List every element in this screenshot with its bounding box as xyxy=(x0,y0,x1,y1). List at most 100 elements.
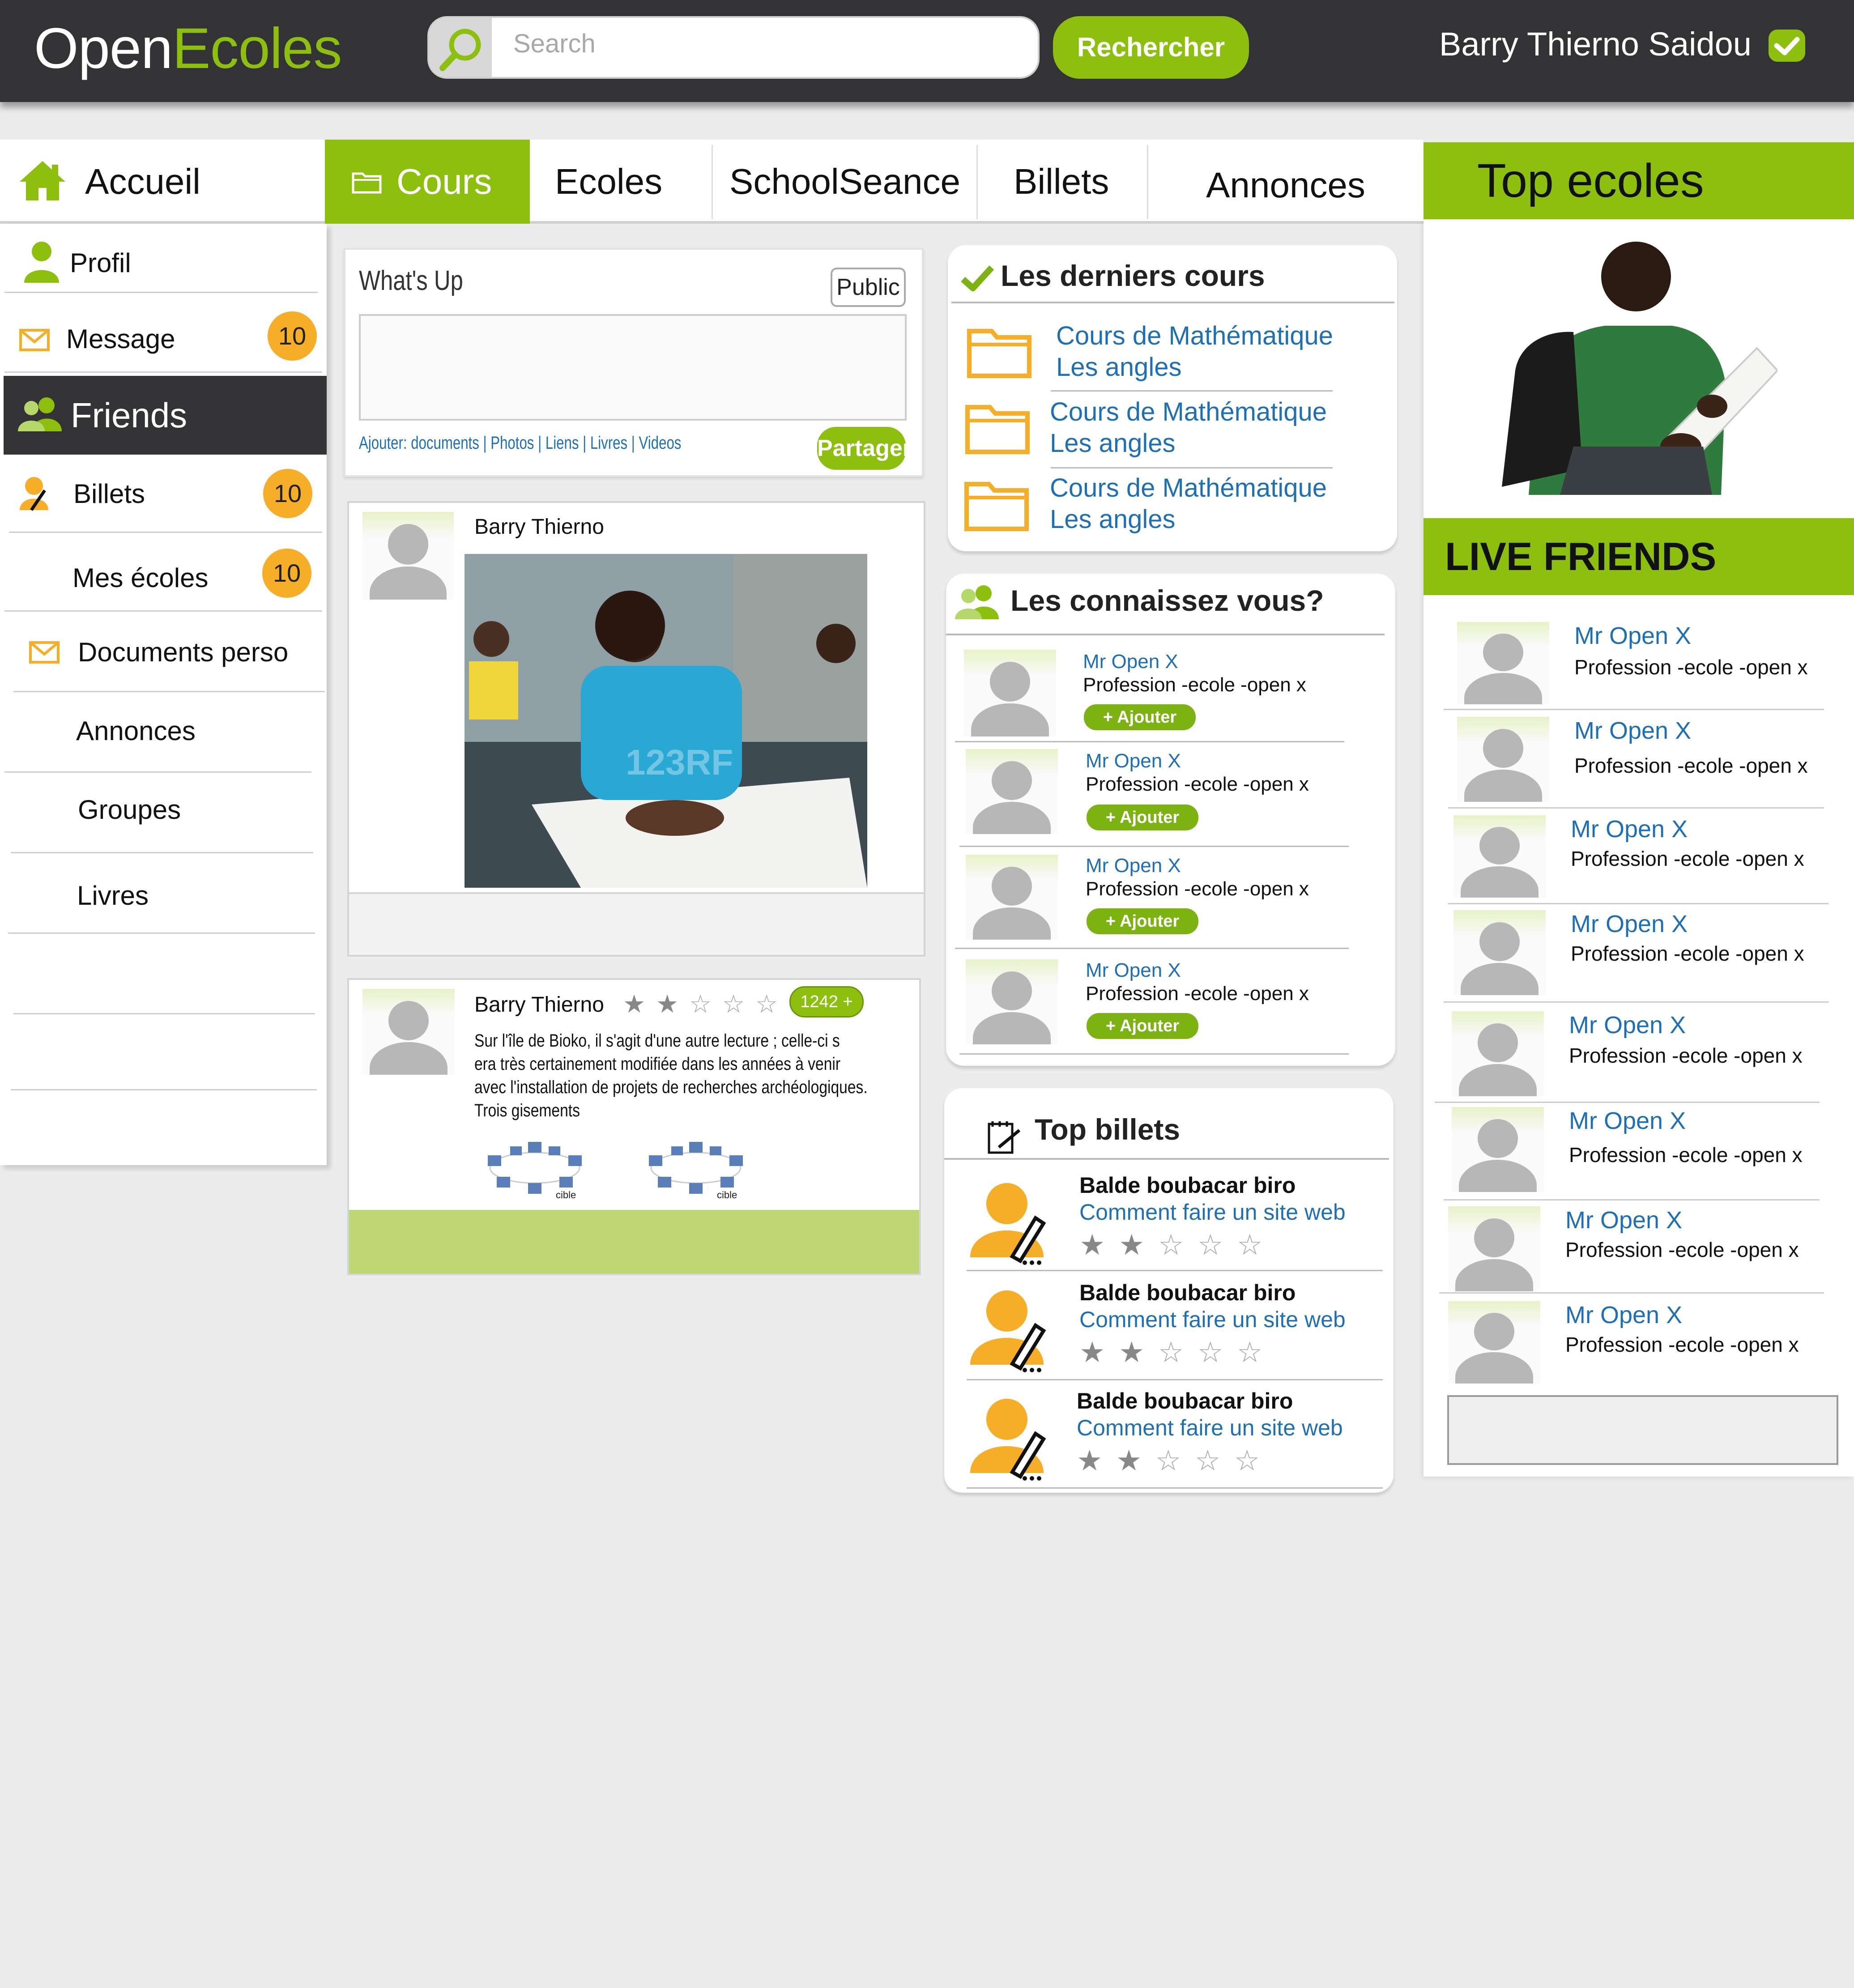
friend-item[interactable]: Mr Open X Profession -ecole -open x xyxy=(1452,1107,1837,1192)
person-name[interactable]: Mr Open X xyxy=(1086,959,1181,982)
sidebar-item-livres[interactable]: Livres xyxy=(0,856,327,935)
billet-title[interactable]: Comment faire un site web xyxy=(1077,1415,1343,1441)
avatar[interactable] xyxy=(966,959,1058,1044)
sidebar-item-profil[interactable]: Profil xyxy=(0,224,327,302)
friend-item[interactable]: Mr Open X Profession -ecole -open x xyxy=(1453,815,1838,900)
person-profession: Profession -ecole -open x xyxy=(1086,878,1309,900)
main-nav: Accueil Cours Ecoles SchoolSeance Billet… xyxy=(0,140,1424,224)
star-empty-icon: ☆ xyxy=(1195,1444,1221,1477)
friend-name[interactable]: Mr Open X xyxy=(1574,622,1691,650)
avatar[interactable] xyxy=(362,989,455,1075)
sidebar-item-friends[interactable]: Friends xyxy=(4,376,327,455)
attachment-thumbnail[interactable]: cible xyxy=(631,1137,761,1204)
search-input[interactable]: Search xyxy=(513,29,596,59)
billet-title[interactable]: Comment faire un site web xyxy=(1079,1199,1346,1225)
person-name[interactable]: Mr Open X xyxy=(1083,651,1178,673)
avatar[interactable] xyxy=(1452,1011,1544,1096)
tab-cours[interactable]: Cours xyxy=(325,140,530,224)
suggestion-item: Mr Open X Profession -ecole -open x + Aj… xyxy=(966,959,1368,1053)
status-input[interactable] xyxy=(359,314,907,421)
sidebar-item-groupes[interactable]: Groupes xyxy=(0,771,327,849)
avatar[interactable] xyxy=(1452,1107,1544,1192)
friend-item[interactable]: Mr Open X Profession -ecole -open x xyxy=(1448,1206,1833,1291)
friend-name[interactable]: Mr Open X xyxy=(1569,1107,1686,1135)
user-name[interactable]: Barry Thierno Saidou xyxy=(1439,25,1752,63)
add-friend-button[interactable]: + Ajouter xyxy=(1087,908,1198,934)
search-button[interactable]: Rechercher xyxy=(1053,16,1249,79)
list-divider xyxy=(1439,1292,1824,1294)
add-friend-button[interactable]: + Ajouter xyxy=(1087,1013,1198,1039)
sidebar-item-documents[interactable]: Documents perso xyxy=(0,613,327,692)
person-name[interactable]: Mr Open X xyxy=(1086,750,1181,772)
friend-item[interactable]: Mr Open X Profession -ecole -open x xyxy=(1457,717,1842,802)
top-ecole-photo[interactable] xyxy=(1470,236,1779,495)
tab-ecoles[interactable]: Ecoles xyxy=(555,140,662,224)
avatar[interactable] xyxy=(1448,1301,1540,1384)
friend-name[interactable]: Mr Open X xyxy=(1571,815,1688,843)
avatar[interactable] xyxy=(964,650,1056,736)
star-filled-icon: ★ xyxy=(1079,1336,1105,1368)
sidebar-item-billets[interactable]: Billets 10 xyxy=(0,455,327,533)
friend-item[interactable]: Mr Open X Profession -ecole -open x xyxy=(1453,910,1838,995)
attach-liens-link[interactable]: Liens xyxy=(546,433,579,453)
sidebar-item-annonces[interactable]: Annonces xyxy=(0,692,327,771)
post-author[interactable]: Barry Thierno xyxy=(474,992,604,1017)
attachment-thumbnail[interactable]: cible xyxy=(470,1137,600,1204)
card-divider xyxy=(967,1487,1383,1489)
tab-schoolseance[interactable]: SchoolSeance xyxy=(729,140,960,224)
folder-icon xyxy=(964,482,1029,531)
cours-item[interactable]: Cours de Mathématique Les angles xyxy=(967,320,1369,390)
attach-photos-link[interactable]: Photos xyxy=(490,433,534,453)
person-name[interactable]: Mr Open X xyxy=(1086,855,1181,877)
avatar[interactable] xyxy=(1453,910,1546,995)
folder-icon xyxy=(352,172,382,194)
avatar[interactable] xyxy=(1453,815,1546,898)
sidebar-divider xyxy=(9,532,322,533)
friend-name[interactable]: Mr Open X xyxy=(1569,1011,1686,1039)
friend-item[interactable]: Mr Open X Profession -ecole -open x xyxy=(1452,1011,1837,1096)
post-photo[interactable]: 123RF xyxy=(465,554,867,888)
tab-annonces[interactable]: Annonces xyxy=(1206,143,1365,227)
billet-title[interactable]: Comment faire un site web xyxy=(1079,1307,1346,1332)
count-badge[interactable]: 1242 + xyxy=(789,986,864,1017)
add-friend-button[interactable]: + Ajouter xyxy=(1084,704,1196,730)
billet-item[interactable]: Balde boubacar biro Comment faire un sit… xyxy=(967,1388,1378,1491)
friend-item[interactable]: Mr Open X Profession -ecole -open x xyxy=(1457,622,1842,707)
search-icon[interactable] xyxy=(429,18,492,77)
visibility-button[interactable]: Public xyxy=(831,268,906,307)
friend-name[interactable]: Mr Open X xyxy=(1565,1206,1682,1234)
billet-item[interactable]: Balde boubacar biro Comment faire un sit… xyxy=(967,1280,1378,1383)
avatar[interactable] xyxy=(966,855,1058,940)
friend-profession: Profession -ecole -open x xyxy=(1569,1143,1803,1166)
search-box[interactable]: Search xyxy=(427,16,1040,79)
list-divider xyxy=(1444,1001,1828,1003)
attach-documents-link[interactable]: documents xyxy=(411,433,479,453)
billet-item[interactable]: Balde boubacar biro Comment faire un sit… xyxy=(967,1172,1378,1275)
attach-videos-link[interactable]: Videos xyxy=(639,433,682,453)
avatar[interactable] xyxy=(362,512,454,600)
share-button[interactable]: Partager xyxy=(817,427,912,470)
attach-livres-link[interactable]: Livres xyxy=(590,433,627,453)
chat-input[interactable] xyxy=(1447,1395,1838,1465)
friend-name[interactable]: Mr Open X xyxy=(1565,1301,1682,1329)
cours-item[interactable]: Cours de Mathématique Les angles xyxy=(964,473,1369,542)
sidebar-item-mes-ecoles[interactable]: Mes écoles 10 xyxy=(0,539,327,617)
friend-name[interactable]: Mr Open X xyxy=(1571,910,1688,938)
avatar[interactable] xyxy=(1457,717,1549,802)
avatar[interactable] xyxy=(966,749,1058,834)
post-author[interactable]: Barry Thierno xyxy=(474,515,604,539)
logo[interactable]: OpenEcoles xyxy=(34,15,342,82)
add-friend-button[interactable]: + Ajouter xyxy=(1087,805,1198,830)
rating[interactable]: ★ ★ ☆ ☆ ☆ xyxy=(623,984,802,1020)
friend-profession: Profession -ecole -open x xyxy=(1565,1238,1799,1261)
sidebar-item-message[interactable]: Message 10 xyxy=(0,300,327,379)
avatar[interactable] xyxy=(1448,1206,1540,1291)
friend-item[interactable]: Mr Open X Profession -ecole -open x xyxy=(1448,1301,1833,1386)
check-icon[interactable] xyxy=(1769,30,1805,62)
friend-profession: Profession -ecole -open x xyxy=(1569,1044,1803,1067)
avatar[interactable] xyxy=(1457,622,1549,704)
friend-name[interactable]: Mr Open X xyxy=(1574,717,1691,745)
cours-item[interactable]: Cours de Mathématique Les angles xyxy=(965,396,1369,466)
card-divider xyxy=(955,948,1349,949)
tab-billets[interactable]: Billets xyxy=(1014,140,1109,224)
